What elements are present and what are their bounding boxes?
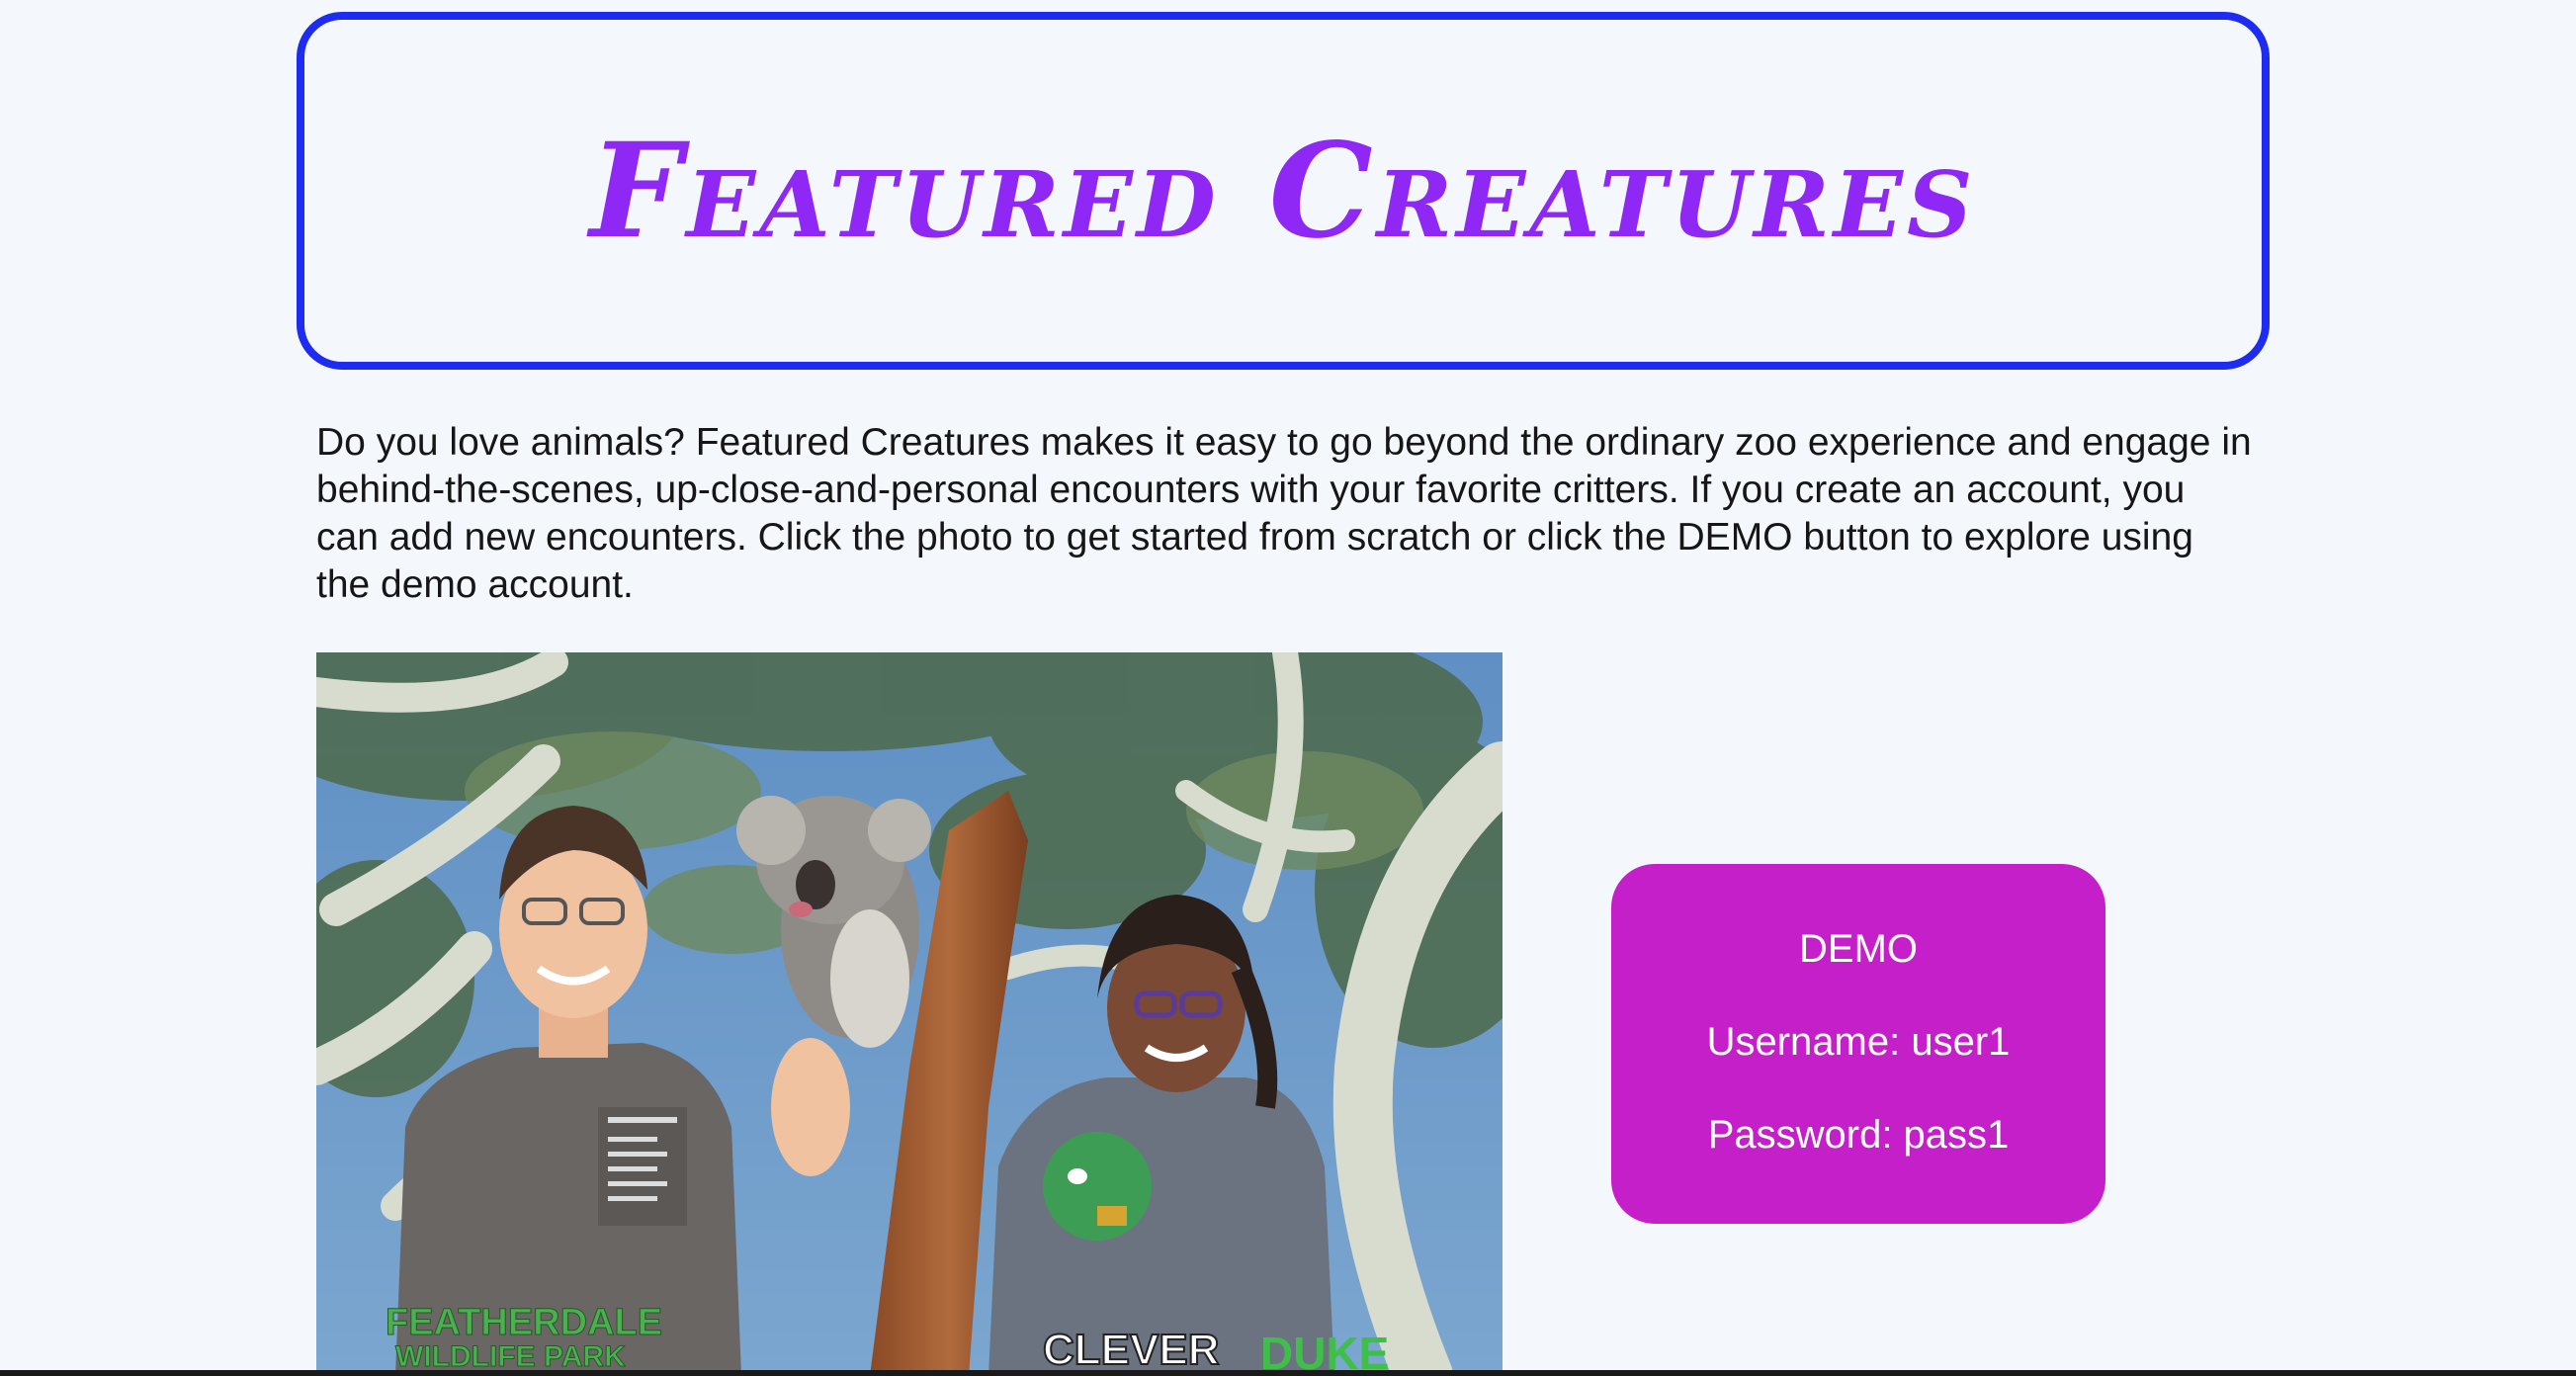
intro-paragraph: Do you love animals? Featured Creatures … <box>316 421 2252 606</box>
demo-password: Password: pass1 <box>1707 1113 2010 1157</box>
demo-username: Username: user1 <box>1706 1020 2011 1064</box>
demo-label: DEMO <box>1799 927 1918 971</box>
photo-logo-line1: FEATHERDALE <box>386 1302 662 1343</box>
page: Featured Creatures Do you love animals? … <box>0 0 2576 1376</box>
encounter-photo[interactable]: FEATHERDALE WILDLIFE PARK CLEVER DUKE <box>316 652 1503 1376</box>
photo-duke-text: DUKE <box>1260 1328 1389 1376</box>
window-bottom-edge <box>0 1370 2576 1376</box>
koala-photo-image: FEATHERDALE WILDLIFE PARK CLEVER DUKE <box>316 652 1503 1376</box>
demo-button[interactable]: DEMO Username: user1 Password: pass1 <box>1611 864 2105 1224</box>
photo-shirt-text: CLEVER <box>1043 1326 1219 1374</box>
title-banner: Featured Creatures <box>297 12 2270 370</box>
page-title: Featured Creatures <box>589 114 1977 268</box>
photo-logo-line2: WILDLIFE PARK <box>395 1340 626 1373</box>
